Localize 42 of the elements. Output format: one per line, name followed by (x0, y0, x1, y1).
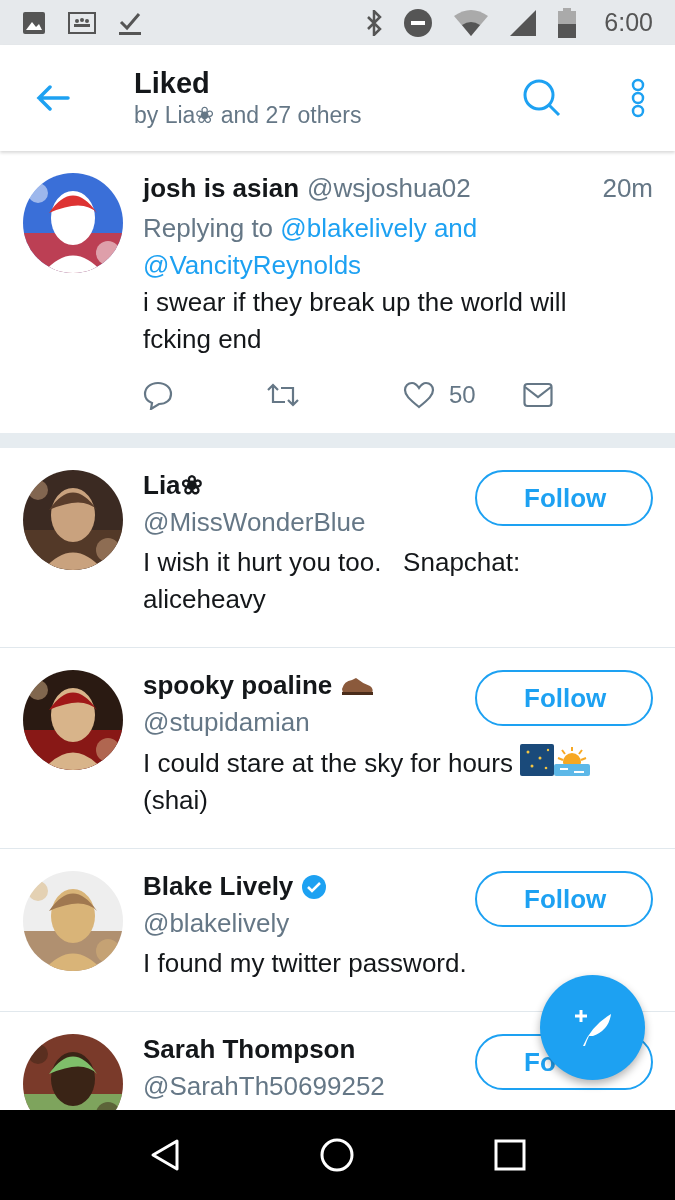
status-time: 6:00 (604, 8, 653, 37)
reply-prefix: Replying to (143, 213, 274, 243)
user-name: Sarah Thompson (143, 1034, 356, 1065)
author-name: josh is asian (143, 173, 300, 204)
more-menu-button[interactable] (631, 78, 645, 118)
user-handle: @stupidamian (143, 707, 311, 738)
user-name: spooky poaline (143, 670, 333, 701)
retweet-button[interactable] (266, 382, 300, 408)
back-nav-button[interactable] (149, 1138, 182, 1172)
page-title: Liked (134, 67, 211, 100)
home-nav-button[interactable] (319, 1137, 356, 1173)
follow-button[interactable]: Follow (475, 871, 653, 927)
mention-link[interactable]: @VancityReynolds (143, 250, 362, 280)
message-button[interactable] (522, 382, 553, 408)
presentation-icon (68, 10, 96, 35)
user-bio: I found my twitter password. (143, 947, 468, 980)
user-bio: I could stare at the sky for hours (shai) (143, 744, 623, 819)
reply-button[interactable] (143, 380, 173, 410)
user-handle: @MissWonderBlue (143, 507, 366, 538)
user-name: Blake Lively (143, 871, 294, 902)
user-name: Lia❀ (143, 470, 203, 501)
tweet-time: 20m (602, 173, 653, 204)
signal-icon (510, 9, 537, 36)
recents-nav-button[interactable] (493, 1139, 526, 1171)
like-button[interactable] (403, 381, 435, 409)
user-bio: I wish it hurt you too. Snapchat: aliceheavy (143, 546, 522, 616)
like-count: 50 (449, 381, 476, 409)
user-handle: @SarahTh50699252 (143, 1071, 385, 1102)
do-not-disturb-icon (404, 8, 433, 37)
wifi-icon (454, 9, 489, 36)
image-icon (22, 10, 46, 35)
follow-button[interactable]: Follow (475, 470, 653, 526)
author-handle: @wsjoshua02 (307, 173, 471, 204)
back-button[interactable] (36, 85, 70, 111)
page-subtitle: by Lia❀ and 27 others (134, 102, 363, 129)
follow-button[interactable]: Follow (475, 670, 653, 726)
search-button[interactable] (523, 79, 561, 117)
user-handle: @blakelively (143, 908, 291, 939)
bluetooth-icon (366, 9, 383, 36)
mention-link[interactable]: @blakelively and (280, 213, 478, 243)
battery-icon (558, 7, 577, 38)
tweet-text: i swear if they break up the world will fcking end (143, 286, 568, 356)
